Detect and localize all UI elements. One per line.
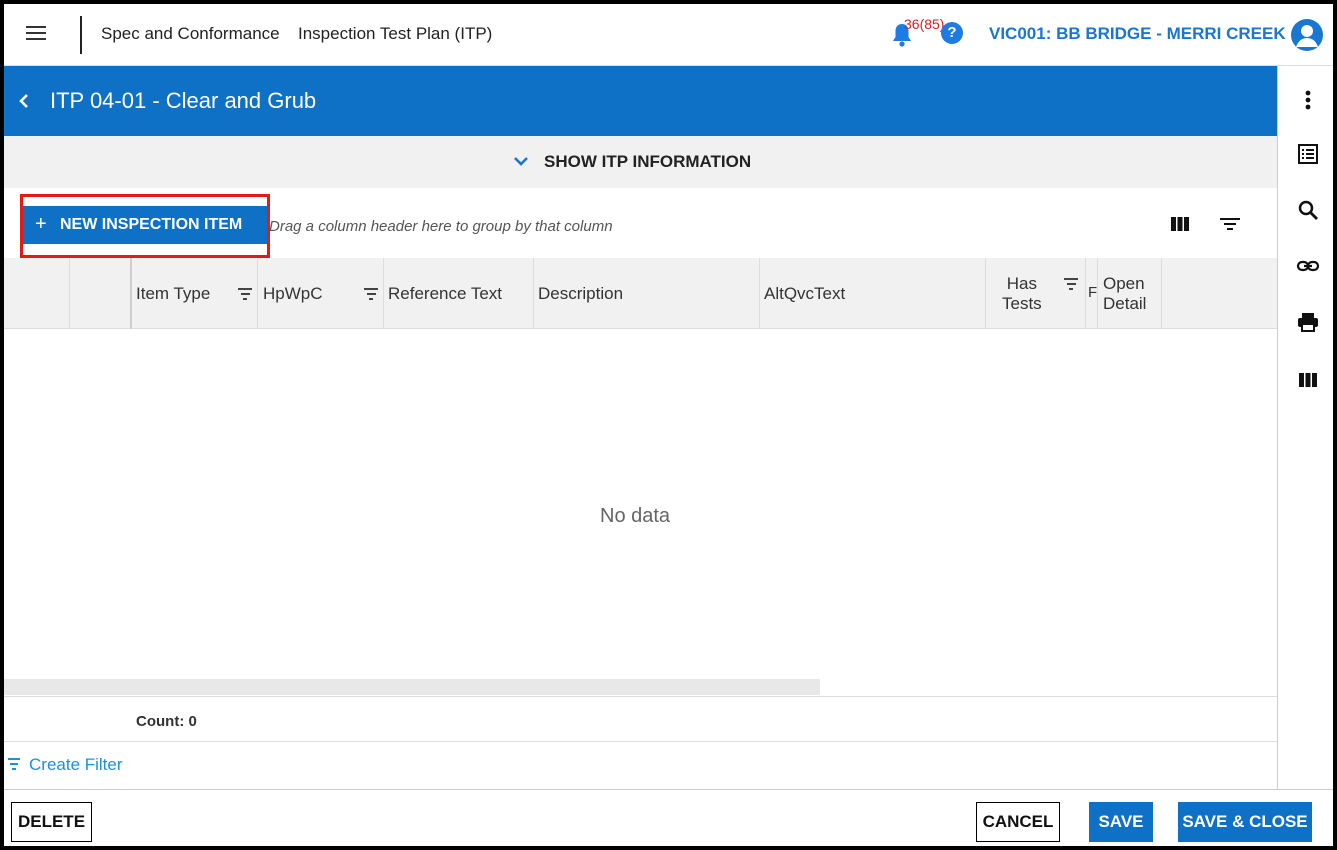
menu-icon[interactable] <box>26 26 46 42</box>
right-action-rail <box>1277 66 1333 789</box>
project-selector[interactable]: VIC001: BB BRIDGE - MERRI CREEK <box>989 24 1286 44</box>
column-chooser-icon[interactable] <box>1170 215 1190 233</box>
column-header-label: Has Tests <box>1002 274 1042 313</box>
column-header-label: Item Type <box>136 284 211 303</box>
link-icon[interactable] <box>1296 254 1320 278</box>
record-header: ITP 04-01 - Clear and Grub <box>4 66 1277 136</box>
column-header-has-tests[interactable]: Has Tests <box>986 258 1086 329</box>
delete-button[interactable]: DELETE <box>11 802 92 842</box>
form-action-bar: DELETE CANCEL SAVE SAVE & CLOSE <box>4 789 1333 846</box>
horizontal-scrollbar[interactable] <box>4 679 820 695</box>
view-columns-icon[interactable] <box>1296 368 1320 392</box>
more-vert-icon[interactable] <box>1296 88 1320 112</box>
column-header-select[interactable] <box>4 258 70 329</box>
column-header-description[interactable]: Description <box>534 258 760 329</box>
new-inspection-item-button[interactable]: + NEW INSPECTION ITEM <box>23 206 267 244</box>
divider <box>80 16 82 54</box>
list-alt-icon[interactable] <box>1296 142 1320 166</box>
column-header-label: Reference Text <box>388 284 503 303</box>
save-and-close-button[interactable]: SAVE & CLOSE <box>1178 802 1312 842</box>
group-by-drop-zone[interactable]: Drag a column header here to group by th… <box>269 218 613 235</box>
help-icon[interactable]: ? <box>941 22 963 44</box>
column-header-hpwpc[interactable]: HpWpC <box>258 258 384 329</box>
back-chevron-icon[interactable] <box>14 90 34 112</box>
notification-count[interactable]: 36(85) <box>904 16 944 32</box>
column-header-altqvctext[interactable]: AltQvcText <box>760 258 986 329</box>
column-filter-icon[interactable] <box>364 288 378 300</box>
column-filter-icon[interactable] <box>238 288 252 300</box>
column-header-label: Description <box>538 284 624 303</box>
user-avatar-icon[interactable] <box>1291 19 1323 51</box>
save-button[interactable]: SAVE <box>1089 802 1153 842</box>
top-app-bar: Spec and Conformance Inspection Test Pla… <box>4 4 1333 66</box>
chevron-down-icon <box>514 157 528 166</box>
column-header-item-type[interactable]: Item Type <box>132 258 258 329</box>
column-header-truncated[interactable]: F <box>1086 258 1098 329</box>
filter-icon <box>8 758 20 770</box>
column-header-actions[interactable] <box>70 258 132 329</box>
show-itp-information-label: SHOW ITP INFORMATION <box>544 152 752 171</box>
plus-icon: + <box>35 213 47 235</box>
app-window: Spec and Conformance Inspection Test Pla… <box>0 0 1337 850</box>
record-title: ITP 04-01 - Clear and Grub <box>50 88 317 113</box>
column-filter-icon[interactable] <box>1064 278 1078 290</box>
print-icon[interactable] <box>1296 310 1320 334</box>
no-data-message: No data <box>600 505 671 527</box>
grid-toolbar: + NEW INSPECTION ITEM Drag a column head… <box>4 188 1277 258</box>
search-icon[interactable] <box>1296 198 1320 222</box>
column-header-label: Open Detail <box>1103 274 1147 313</box>
create-filter-label: Create Filter <box>29 755 123 774</box>
grid-header-row: Item Type HpWpC Reference Text Descripti… <box>4 258 1277 329</box>
app-title[interactable]: Spec and Conformance <box>101 24 280 44</box>
column-header-label: HpWpC <box>263 284 323 303</box>
filter-icon[interactable] <box>1219 215 1241 233</box>
new-inspection-item-label: NEW INSPECTION ITEM <box>60 216 243 233</box>
column-header-reference-text[interactable]: Reference Text <box>384 258 534 329</box>
column-header-label: AltQvcText <box>764 284 846 303</box>
cancel-button[interactable]: CANCEL <box>976 802 1060 842</box>
record-count: Count: 0 <box>136 713 197 730</box>
show-itp-information-bar[interactable]: SHOW ITP INFORMATION <box>4 136 1277 188</box>
grid-summary-row: Count: 0 <box>4 696 1277 742</box>
grid-body: No data <box>4 329 1277 679</box>
column-header-label: F <box>1088 284 1098 301</box>
page-title[interactable]: Inspection Test Plan (ITP) <box>298 24 492 44</box>
column-header-open-detail[interactable]: Open Detail <box>1098 258 1162 329</box>
